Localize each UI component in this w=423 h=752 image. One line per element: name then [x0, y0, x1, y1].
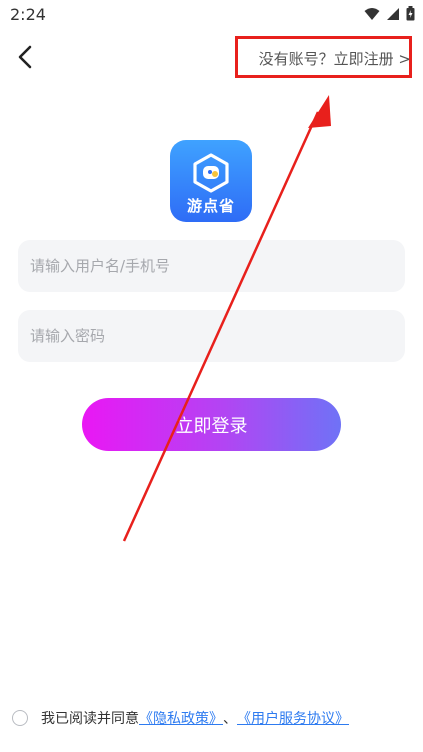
status-bar: 2:24 [0, 0, 423, 30]
password-field[interactable] [18, 310, 405, 362]
wifi-icon [364, 7, 380, 20]
back-button[interactable] [10, 42, 40, 72]
username-input[interactable] [18, 240, 405, 292]
annotation-arrow [122, 95, 331, 542]
chevron-left-icon [18, 45, 32, 69]
agreement-radio[interactable] [12, 710, 28, 726]
arrowhead-icon [308, 95, 331, 128]
service-agreement-link[interactable]: 《用户服务协议》 [237, 708, 349, 728]
gamepad-icon [193, 153, 229, 193]
login-button[interactable]: 立即登录 [82, 398, 341, 451]
agreement-separator: 、 [223, 711, 237, 727]
status-time: 2:24 [10, 5, 46, 24]
status-icons [364, 6, 415, 21]
register-link[interactable]: 没有账号？立即注册 > [259, 48, 411, 69]
app-logo-text: 游点省 [186, 197, 235, 215]
nav-bar: 没有账号？立即注册 > [0, 30, 423, 86]
battery-charging-icon [406, 6, 415, 21]
privacy-policy-link[interactable]: 《隐私政策》 [139, 708, 223, 728]
username-field[interactable] [18, 240, 405, 292]
signal-icon [387, 7, 399, 20]
agreement-row: 我已阅读并同意 《隐私政策》 、 《用户服务协议》 [12, 708, 349, 728]
password-input[interactable] [18, 310, 405, 362]
app-logo: 游点省 [170, 140, 252, 222]
agreement-prefix: 我已阅读并同意 [41, 711, 139, 727]
